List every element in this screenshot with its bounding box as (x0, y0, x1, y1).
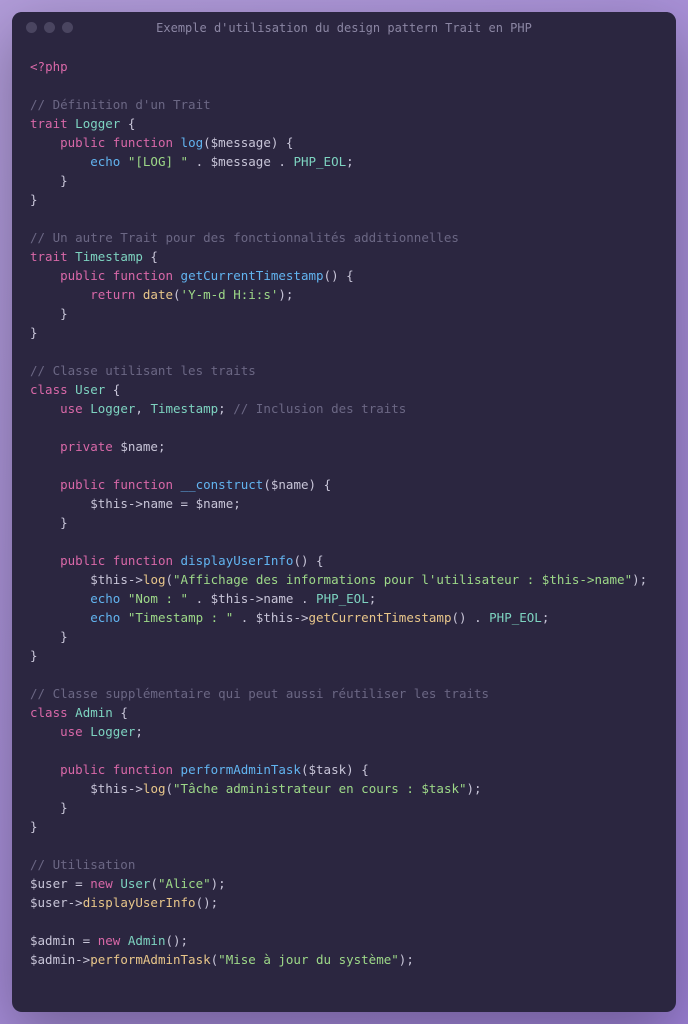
class-name: User (75, 382, 105, 397)
kw: trait (30, 249, 68, 264)
maximize-dot[interactable] (62, 22, 73, 33)
func: performAdminTask (181, 762, 301, 777)
var: $user (30, 876, 68, 891)
kw: public (60, 553, 105, 568)
class-name: Admin (75, 705, 113, 720)
this: $this (211, 591, 249, 606)
kw: trait (30, 116, 68, 131)
func: __construct (181, 477, 264, 492)
php-open: <? (30, 59, 45, 74)
kw: echo (90, 610, 120, 625)
class-name: Logger (75, 116, 120, 131)
func: displayUserInfo (181, 553, 294, 568)
var: $name (271, 477, 309, 492)
kw: private (60, 439, 113, 454)
class-name: Admin (128, 933, 166, 948)
kw: new (90, 876, 113, 891)
kw: function (113, 762, 173, 777)
kw: public (60, 268, 105, 283)
window-title: Exemple d'utilisation du design pattern … (12, 21, 676, 35)
kw: function (113, 135, 173, 150)
kw: class (30, 382, 68, 397)
func: getCurrentTimestamp (309, 610, 452, 625)
code-content: <?php // Définition d'un Trait trait Log… (12, 43, 676, 983)
this: $this (90, 496, 128, 511)
prop: name (143, 496, 173, 511)
str: 'Y-m-d H:i:s' (181, 287, 279, 302)
var: $name (120, 439, 158, 454)
str: "Mise à jour du système" (218, 952, 399, 967)
str: "Alice" (158, 876, 211, 891)
kw: function (113, 553, 173, 568)
prop: name (263, 591, 293, 606)
minimize-dot[interactable] (44, 22, 55, 33)
kw: function (113, 477, 173, 492)
this: $this (90, 781, 128, 796)
comment: // Inclusion des traits (233, 401, 406, 416)
code-window: Exemple d'utilisation du design pattern … (12, 12, 676, 1012)
str: "Tâche administrateur en cours : $task" (173, 781, 467, 796)
kw: public (60, 762, 105, 777)
kw: public (60, 477, 105, 492)
class-name: Timestamp (150, 401, 218, 416)
var: $message (211, 154, 271, 169)
func: log (181, 135, 204, 150)
this: $this (90, 572, 128, 587)
kw: echo (90, 154, 120, 169)
str: "[LOG] " (128, 154, 188, 169)
var: $admin (30, 933, 75, 948)
func: performAdminTask (90, 952, 210, 967)
php-kw: php (45, 59, 68, 74)
class-name: Logger (90, 401, 135, 416)
kw: public (60, 135, 105, 150)
kw: use (60, 724, 83, 739)
var: $admin (30, 952, 75, 967)
kw: class (30, 705, 68, 720)
close-dot[interactable] (26, 22, 37, 33)
this: $this (256, 610, 294, 625)
var: $task (309, 762, 347, 777)
str: "Timestamp : " (128, 610, 233, 625)
const: PHP_EOL (293, 154, 346, 169)
kw: new (98, 933, 121, 948)
comment: // Utilisation (30, 857, 135, 872)
func: log (143, 781, 166, 796)
class-name: User (120, 876, 150, 891)
class-name: Timestamp (75, 249, 143, 264)
func: displayUserInfo (83, 895, 196, 910)
kw: echo (90, 591, 120, 606)
const: PHP_EOL (316, 591, 369, 606)
window-controls (26, 22, 73, 33)
comment: // Un autre Trait pour des fonctionnalit… (30, 230, 459, 245)
var: $message (211, 135, 271, 150)
comment: // Classe supplémentaire qui peut aussi … (30, 686, 489, 701)
titlebar: Exemple d'utilisation du design pattern … (12, 12, 676, 43)
kw: return (90, 287, 135, 302)
code-block: <?php // Définition d'un Trait trait Log… (30, 57, 658, 969)
kw: use (60, 401, 83, 416)
func: getCurrentTimestamp (181, 268, 324, 283)
var: $name (196, 496, 234, 511)
kw: function (113, 268, 173, 283)
const: PHP_EOL (489, 610, 542, 625)
comment: // Classe utilisant les traits (30, 363, 256, 378)
var: $user (30, 895, 68, 910)
class-name: Logger (90, 724, 135, 739)
comment: // Définition d'un Trait (30, 97, 211, 112)
str: "Affichage des informations pour l'utili… (173, 572, 632, 587)
func: date (143, 287, 173, 302)
str: "Nom : " (128, 591, 188, 606)
func: log (143, 572, 166, 587)
